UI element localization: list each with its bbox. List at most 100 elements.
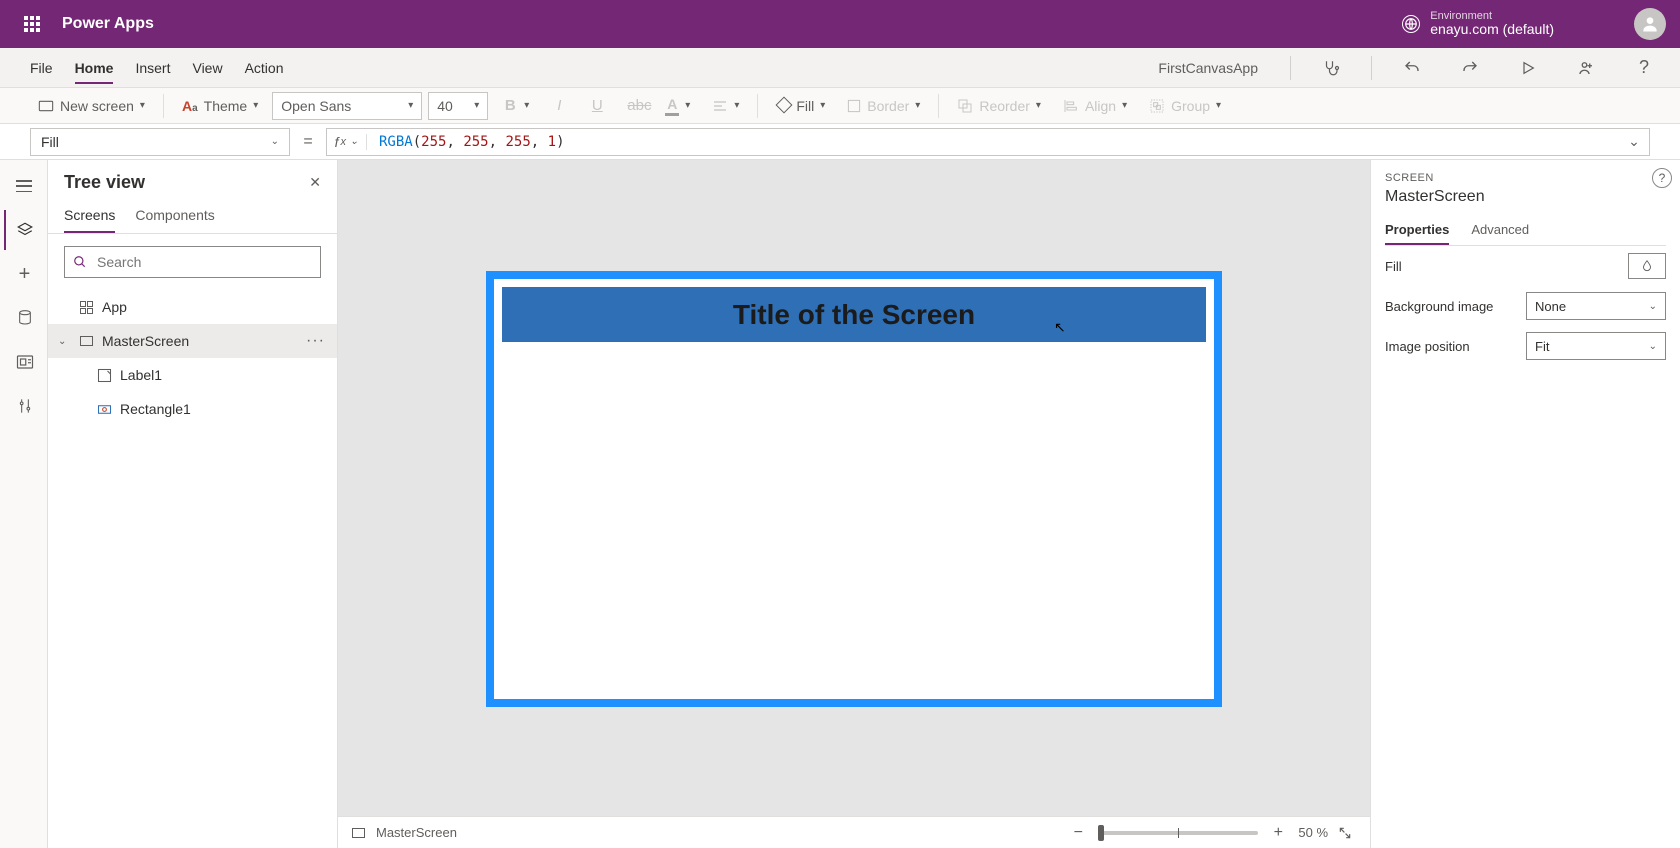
strikethrough-button[interactable]: abc bbox=[619, 93, 651, 118]
expand-formula-button[interactable]: ⌄ bbox=[1619, 133, 1649, 150]
chevron-down-icon: ▾ bbox=[474, 100, 479, 111]
tree-tab-screens[interactable]: Screens bbox=[64, 197, 115, 233]
chevron-down-icon[interactable]: ⌄ bbox=[58, 336, 70, 347]
menu-insert[interactable]: Insert bbox=[135, 52, 170, 84]
tree-tab-components[interactable]: Components bbox=[135, 197, 214, 233]
tree-view-title: Tree view bbox=[64, 172, 145, 193]
rail-insert-button[interactable]: + bbox=[4, 254, 44, 294]
tree-list: App ⌄ MasterScreen ··· Label1 Rectangle1 bbox=[48, 290, 337, 848]
chevron-down-icon: ▾ bbox=[408, 100, 413, 111]
rail-media-button[interactable] bbox=[4, 342, 44, 382]
layers-icon bbox=[16, 221, 34, 239]
rail-tree-view-button[interactable] bbox=[4, 210, 44, 250]
bold-button[interactable]: B▾ bbox=[494, 93, 537, 118]
fx-label[interactable]: fx⌄ bbox=[327, 134, 367, 150]
rail-advanced-tools-button[interactable] bbox=[4, 386, 44, 426]
font-color-button[interactable]: A ▾ bbox=[657, 92, 698, 120]
menu-view[interactable]: View bbox=[192, 52, 222, 84]
italic-button[interactable]: I bbox=[543, 93, 575, 118]
menu-home[interactable]: Home bbox=[75, 52, 114, 84]
fill-button[interactable]: Fill ▾ bbox=[768, 94, 833, 118]
align-objects-icon bbox=[1063, 98, 1079, 114]
chevron-down-icon: ⌄ bbox=[271, 136, 279, 147]
left-rail: + bbox=[0, 160, 48, 848]
tree-item-rectangle1[interactable]: Rectangle1 bbox=[48, 392, 337, 426]
zoom-slider[interactable] bbox=[1098, 831, 1258, 835]
screen-icon bbox=[80, 336, 93, 346]
environment-picker[interactable]: Environment enayu.com (default) bbox=[1402, 10, 1554, 37]
align-button[interactable]: Align ▾ bbox=[1055, 94, 1135, 118]
formula-bar: Fill ⌄ = fx⌄ RGBA(255, 255, 255, 1) ⌄ bbox=[0, 124, 1680, 160]
reorder-button[interactable]: Reorder ▾ bbox=[949, 94, 1049, 118]
formula-input[interactable]: RGBA(255, 255, 255, 1) bbox=[367, 134, 1619, 150]
props-tab-advanced[interactable]: Advanced bbox=[1471, 216, 1529, 245]
border-icon bbox=[847, 99, 861, 113]
menu-action[interactable]: Action bbox=[245, 52, 284, 84]
font-size-dropdown[interactable]: 40 ▾ bbox=[428, 92, 488, 120]
border-button[interactable]: Border ▾ bbox=[839, 94, 928, 118]
separator bbox=[1371, 56, 1372, 80]
group-button[interactable]: Group ▾ bbox=[1141, 94, 1229, 118]
help-button[interactable]: ? bbox=[1626, 50, 1662, 86]
undo-button[interactable] bbox=[1394, 50, 1430, 86]
preview-button[interactable] bbox=[1510, 50, 1546, 86]
rail-hamburger-button[interactable] bbox=[4, 166, 44, 206]
tree-search-input[interactable] bbox=[95, 253, 312, 271]
bg-image-dropdown[interactable]: None ⌄ bbox=[1526, 292, 1666, 320]
prop-row-fill: Fill bbox=[1385, 246, 1666, 286]
image-position-dropdown[interactable]: Fit ⌄ bbox=[1526, 332, 1666, 360]
tree-item-masterscreen[interactable]: ⌄ MasterScreen ··· bbox=[48, 324, 337, 358]
label-icon bbox=[97, 368, 112, 383]
prop-label-fill: Fill bbox=[1385, 259, 1402, 274]
zoom-in-button[interactable]: + bbox=[1268, 824, 1288, 842]
props-tab-properties[interactable]: Properties bbox=[1385, 216, 1449, 245]
menu-file[interactable]: File bbox=[30, 52, 53, 84]
properties-panel: ? SCREEN MasterScreen Properties Advance… bbox=[1370, 160, 1680, 848]
tree-item-label1[interactable]: Label1 bbox=[48, 358, 337, 392]
theme-button[interactable]: Aa Theme ▾ bbox=[174, 94, 266, 118]
user-avatar[interactable] bbox=[1634, 8, 1666, 40]
chevron-down-icon: ▾ bbox=[253, 100, 258, 111]
panel-help-button[interactable]: ? bbox=[1652, 168, 1672, 188]
canvas-area[interactable]: Title of the Screen ↖ MasterScreen − + 5… bbox=[338, 160, 1370, 848]
redo-icon bbox=[1461, 59, 1479, 77]
tree-item-app[interactable]: App bbox=[48, 290, 337, 324]
app-icon bbox=[80, 301, 93, 314]
droplet-icon bbox=[1640, 259, 1654, 273]
media-icon bbox=[16, 354, 34, 370]
chevron-down-icon: ⌄ bbox=[1649, 301, 1657, 312]
props-object-name: MasterScreen bbox=[1385, 188, 1666, 206]
share-button[interactable] bbox=[1568, 50, 1604, 86]
tools-icon bbox=[17, 397, 33, 415]
font-family-dropdown[interactable]: Open Sans ▾ bbox=[272, 92, 422, 120]
fill-color-picker[interactable] bbox=[1628, 253, 1666, 279]
redo-button[interactable] bbox=[1452, 50, 1488, 86]
canvas-label1[interactable]: Title of the Screen bbox=[494, 287, 1214, 342]
chevron-down-icon: ⌄ bbox=[350, 136, 358, 147]
chevron-down-icon: ▾ bbox=[820, 100, 825, 111]
cursor-icon: ↖ bbox=[1054, 319, 1066, 336]
fullscreen-button[interactable] bbox=[1338, 826, 1358, 840]
tree-search-box[interactable] bbox=[64, 246, 321, 278]
chevron-down-icon: ⌄ bbox=[1649, 341, 1657, 352]
environment-label: Environment bbox=[1430, 10, 1554, 22]
close-tree-button[interactable]: ✕ bbox=[309, 174, 321, 191]
property-dropdown[interactable]: Fill ⌄ bbox=[30, 128, 290, 156]
app-checker-button[interactable] bbox=[1313, 50, 1349, 86]
app-launcher-button[interactable] bbox=[8, 0, 56, 48]
play-icon bbox=[1520, 60, 1536, 76]
tree-view-panel: Tree view ✕ Screens Components App ⌄ Mas… bbox=[48, 160, 338, 848]
tree-item-more-button[interactable]: ··· bbox=[306, 332, 325, 350]
person-icon bbox=[1640, 14, 1660, 34]
app-name-label: FirstCanvasApp bbox=[1158, 60, 1258, 76]
underline-button[interactable]: U bbox=[581, 93, 613, 118]
new-screen-button[interactable]: New screen ▾ bbox=[30, 94, 153, 118]
text-align-button[interactable]: ▾ bbox=[704, 95, 747, 117]
waffle-icon bbox=[24, 16, 40, 32]
zoom-out-button[interactable]: − bbox=[1068, 824, 1088, 842]
prop-label-bg-image: Background image bbox=[1385, 299, 1493, 314]
more-icon: ··· bbox=[306, 332, 325, 349]
chevron-down-icon: ▾ bbox=[140, 100, 145, 111]
rail-data-button[interactable] bbox=[4, 298, 44, 338]
canvas-screen[interactable]: Title of the Screen ↖ bbox=[494, 279, 1214, 699]
